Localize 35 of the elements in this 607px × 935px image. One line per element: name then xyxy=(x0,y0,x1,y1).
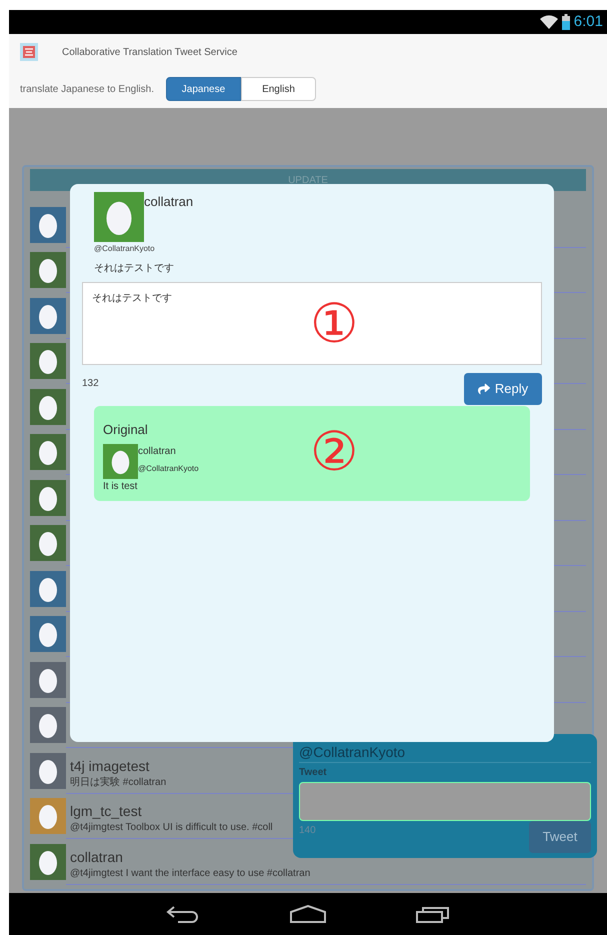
tweet-text: @t4jimgtest Toolbox UI is difficult to use. #coll xyxy=(70,821,273,835)
avatar-icon xyxy=(103,444,138,478)
user-handle: @CollatranKyoto xyxy=(93,243,156,255)
language-toggle[interactable]: English xyxy=(240,77,316,101)
avatar-icon xyxy=(94,192,144,242)
tweet-input[interactable] xyxy=(299,782,591,821)
tweet-label: Tweet xyxy=(299,766,328,780)
app-title: Collaborative Translation Tweet Service xyxy=(62,46,238,60)
tweet-author: lgm_tc_test xyxy=(70,802,142,820)
instruction-text: translate Japanese to English. xyxy=(20,82,154,96)
user-handle: @CollatranKyoto xyxy=(138,462,199,474)
back-icon[interactable] xyxy=(166,905,200,923)
annotation-number: ② xyxy=(310,424,358,480)
reply-button[interactable]: Reply xyxy=(464,373,542,405)
recent-apps-icon[interactable] xyxy=(416,905,450,923)
character-counter: 140 xyxy=(299,824,316,838)
home-icon[interactable] xyxy=(290,905,326,923)
clock-time: 6:01 xyxy=(574,12,603,32)
tweet-button[interactable]: Tweet xyxy=(529,821,591,853)
tweet-text: 明日は実験 #collatran xyxy=(70,776,166,790)
tweet-text: @t4jimgtest I want the interface easy to use #collatran xyxy=(70,866,310,880)
language-toggle[interactable]: Japanese xyxy=(166,77,241,101)
tweet-author: t4j imagetest xyxy=(70,756,150,774)
tweet-author: collatran xyxy=(70,848,123,866)
user-name: collatran xyxy=(144,193,194,211)
wifi-icon xyxy=(540,15,558,29)
tweet-text: それはテストです xyxy=(93,262,175,276)
tweet-text: It is test xyxy=(103,480,138,494)
annotation-number: ① xyxy=(310,296,358,352)
share-arrow-icon xyxy=(478,383,490,395)
battery-icon xyxy=(562,14,570,30)
original-heading: Original xyxy=(103,421,149,439)
user-name: collatran xyxy=(138,444,177,458)
logo-icon xyxy=(20,43,38,61)
character-counter: 132 xyxy=(82,377,99,391)
